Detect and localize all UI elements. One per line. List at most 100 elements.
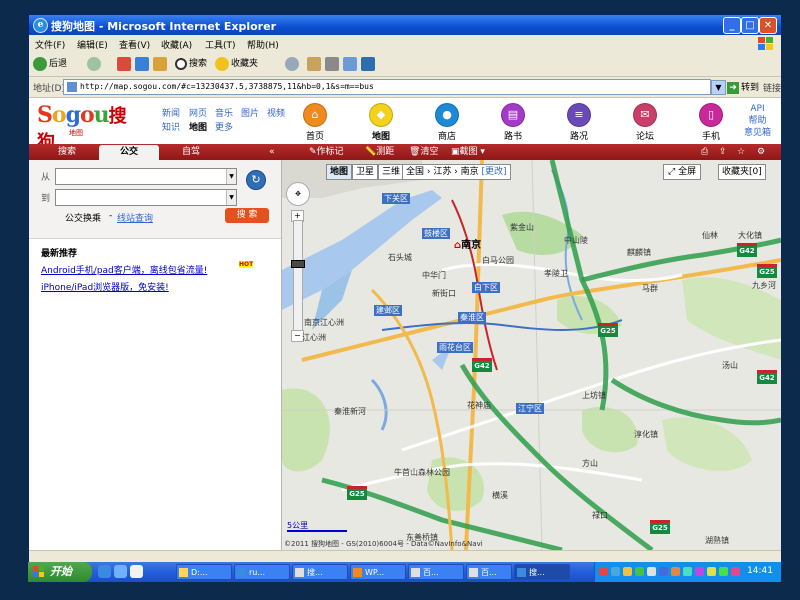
edit-button[interactable] <box>343 55 359 73</box>
search-submit-button[interactable]: 搜 索 <box>225 208 269 223</box>
channel-web[interactable]: 网页 <box>189 106 207 119</box>
from-input[interactable]: ▼ <box>55 168 237 185</box>
clock[interactable]: 14:41 <box>747 566 773 576</box>
home-button[interactable] <box>153 55 169 73</box>
task-button[interactable]: ru... <box>234 564 290 580</box>
task-button[interactable]: D:... <box>176 564 232 580</box>
favorites-button[interactable]: 收藏夹 <box>215 55 258 73</box>
refresh-button[interactable] <box>135 55 151 73</box>
channel-images[interactable]: 图片 <box>241 106 259 119</box>
map-favorites-button[interactable]: 收藏夹[0] <box>718 164 766 180</box>
channel-more[interactable]: 更多 <box>215 120 233 133</box>
channel-music[interactable]: 音乐 <box>215 106 233 119</box>
map-canvas[interactable]: 地图 卫星 三维 全国 › 江苏 › 南京 [更改] ⤢ 全屏 收藏夹[0] ✥… <box>282 160 781 550</box>
station-query-link[interactable]: 线站查询 <box>117 211 153 224</box>
links-button[interactable]: 链接 <box>763 81 781 94</box>
chevron-down-icon[interactable]: ▼ <box>226 190 236 205</box>
menu-file[interactable]: 文件(F) <box>35 38 65 51</box>
forward-button[interactable] <box>87 55 103 73</box>
menu-tools[interactable]: 工具(T) <box>205 38 236 51</box>
tray-icon[interactable] <box>731 567 740 576</box>
channel-knowledge[interactable]: 知识 <box>162 120 180 133</box>
tab-drive[interactable]: 自驾 <box>161 145 221 160</box>
fullscreen-button[interactable]: ⤢ 全屏 <box>663 164 702 180</box>
task-button-active[interactable]: 搜... <box>514 564 570 580</box>
zoom-slider-thumb[interactable] <box>291 260 305 268</box>
nav-store[interactable]: ● 商店 <box>425 98 469 144</box>
ie-quicklaunch-icon[interactable] <box>98 565 111 578</box>
tray-icon[interactable] <box>635 567 644 576</box>
start-button[interactable]: 开始 <box>28 562 92 582</box>
menu-edit[interactable]: 编辑(E) <box>77 38 108 51</box>
channel-video[interactable]: 视频 <box>267 106 285 119</box>
pan-control-icon[interactable]: ✥ <box>286 182 310 206</box>
swap-direction-icon[interactable]: ↻ <box>246 170 266 190</box>
minimize-button[interactable]: _ <box>723 17 741 34</box>
nav-roadbook[interactable]: ▤ 路书 <box>491 98 535 144</box>
tray-icon[interactable] <box>659 567 668 576</box>
chevron-down-icon[interactable]: ▼ <box>226 169 236 184</box>
iphone-promo-link[interactable]: iPhone/iPad浏览器版，免安装! <box>41 280 169 293</box>
settings-button[interactable]: ⚙ <box>757 145 765 160</box>
tab-bus[interactable]: 公交 <box>99 145 159 160</box>
tray-icon[interactable] <box>719 567 728 576</box>
map-type-satellite[interactable]: 卫星 <box>352 164 378 180</box>
print-button[interactable] <box>325 55 341 73</box>
stop-button[interactable] <box>117 55 133 73</box>
channel-news[interactable]: 新闻 <box>162 106 180 119</box>
bookmark-button[interactable]: ☆ <box>737 145 745 160</box>
nav-traffic[interactable]: ≡ 路况 <box>557 98 601 144</box>
tray-icon[interactable] <box>599 567 608 576</box>
change-city-link[interactable]: [更改] <box>482 167 507 177</box>
sogou-logo[interactable]: Sogou搜狗 地图 <box>37 102 131 153</box>
task-button[interactable]: WP... <box>350 564 406 580</box>
task-button[interactable]: 百... <box>408 564 464 580</box>
address-input[interactable]: http://map.sogou.com/#c=13230437.5,37388… <box>63 79 711 95</box>
nav-forum[interactable]: ✉ 论坛 <box>623 98 667 144</box>
android-promo-link[interactable]: Android手机/pad客户端，离线包省流量! <box>41 263 207 276</box>
tray-icon[interactable] <box>647 567 656 576</box>
history-button[interactable] <box>285 55 301 73</box>
messenger-button[interactable] <box>361 55 377 73</box>
media-quicklaunch-icon[interactable] <box>130 565 143 578</box>
map-type-map[interactable]: 地图 <box>326 164 352 180</box>
print-map-button[interactable]: ⎙ <box>701 145 708 160</box>
desktop-quicklaunch-icon[interactable] <box>114 565 127 578</box>
back-button[interactable]: 后退 <box>33 55 67 73</box>
clear-tool[interactable]: 🗑清空 <box>409 145 438 160</box>
nav-mobile[interactable]: ▯ 手机 <box>689 98 733 144</box>
tray-icon[interactable] <box>623 567 632 576</box>
go-button[interactable]: ➜ 转到 <box>727 80 759 94</box>
menu-view[interactable]: 查看(V) <box>119 38 150 51</box>
mail-button[interactable] <box>307 55 323 73</box>
maximize-button[interactable]: □ <box>741 17 759 34</box>
feedback-link[interactable]: 意见箱 <box>744 127 771 139</box>
close-button[interactable]: ✕ <box>759 17 777 34</box>
nav-home[interactable]: ⌂ 首页 <box>293 98 337 144</box>
collapse-panel-button[interactable]: « <box>269 145 275 160</box>
task-button[interactable]: 搜... <box>292 564 348 580</box>
api-link[interactable]: API <box>744 103 771 115</box>
mark-tool[interactable]: ✎作标记 <box>309 145 344 160</box>
tray-icon[interactable] <box>707 567 716 576</box>
title-bar[interactable]: e 搜狗地图 - Microsoft Internet Explorer _ □… <box>29 15 781 35</box>
task-button[interactable]: 百... <box>466 564 512 580</box>
measure-tool[interactable]: 📏测距 <box>365 145 394 160</box>
screenshot-tool[interactable]: ▣截图 ▾ <box>451 145 485 160</box>
tray-icon[interactable] <box>611 567 620 576</box>
share-button[interactable]: ⇪ <box>719 145 727 160</box>
help-link[interactable]: 帮助 <box>744 115 771 127</box>
nav-map[interactable]: ◆ 地图 <box>359 98 403 144</box>
to-input[interactable]: ▼ <box>55 189 237 206</box>
tab-search[interactable]: 搜索 <box>37 145 97 160</box>
region-breadcrumb[interactable]: 全国 › 江苏 › 南京 [更改] <box>402 164 511 180</box>
tray-icon[interactable] <box>695 567 704 576</box>
tray-icon[interactable] <box>683 567 692 576</box>
search-button[interactable]: 搜索 <box>175 55 207 73</box>
map-type-3d[interactable]: 三维 <box>378 164 404 180</box>
menu-help[interactable]: 帮助(H) <box>247 38 279 51</box>
zoom-slider[interactable] <box>293 220 303 332</box>
address-dropdown[interactable]: ▼ <box>711 80 726 95</box>
tray-icon[interactable] <box>671 567 680 576</box>
menu-favorites[interactable]: 收藏(A) <box>161 38 192 51</box>
